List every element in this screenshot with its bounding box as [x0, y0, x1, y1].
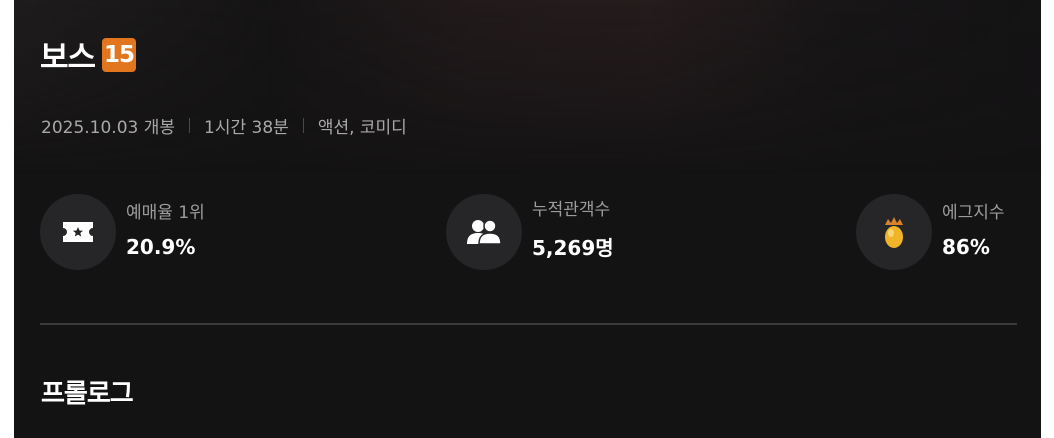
hero-backdrop — [14, 0, 1041, 175]
genres: 액션, 코미디 — [317, 118, 407, 138]
stat-audience: 누적관객수 5,269명 — [446, 194, 614, 270]
release-date: 2025.10.03 개봉 — [41, 118, 176, 138]
meta-divider — [189, 118, 191, 133]
stat-label: 예매율 1위 — [126, 202, 205, 223]
runtime: 1시간 38분 — [204, 118, 289, 138]
movie-info-panel: 보스 15 2025.10.03 개봉 1시간 38분 액션, 코미디 예매율 … — [14, 0, 1041, 438]
meta-divider — [302, 118, 304, 133]
stat-label: 에그지수 — [942, 202, 1005, 223]
stat-value: 20.9% — [126, 234, 196, 259]
ticket-icon — [40, 194, 116, 270]
stat-label: 누적관객수 — [532, 200, 611, 220]
stat-value: 86% — [942, 234, 990, 259]
title-row: 보스 15 — [40, 32, 137, 77]
stat-booking-rate: 예매율 1위 20.9% — [40, 194, 205, 270]
movie-title: 보스 — [40, 40, 96, 76]
stat-value: 5,269명 — [532, 236, 614, 260]
prologue-heading: 프롤로그 — [41, 379, 134, 409]
age-rating-badge: 15 — [102, 37, 137, 72]
stat-egg-score: 에그지수 86% — [856, 194, 1005, 270]
section-divider — [40, 323, 1017, 325]
movie-meta: 2025.10.03 개봉 1시간 38분 액션, 코미디 — [41, 113, 407, 138]
golden-egg-icon — [856, 194, 932, 270]
audience-icon — [446, 194, 522, 270]
